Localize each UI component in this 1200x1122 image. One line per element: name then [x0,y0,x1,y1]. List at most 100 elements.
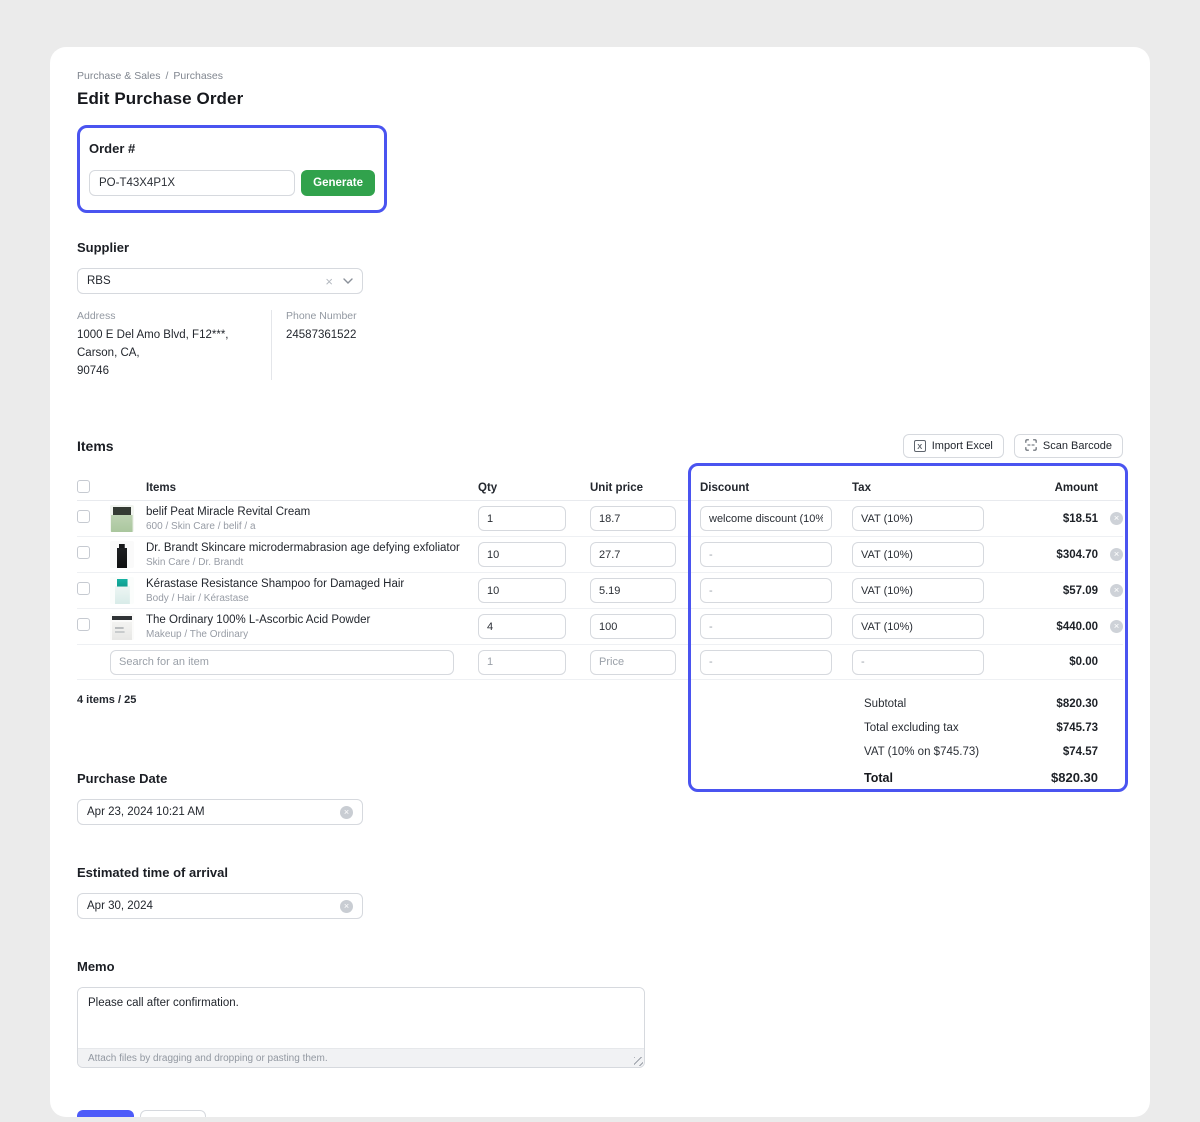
order-number-highlight-box: Order # Generate [77,125,387,213]
totals-label: Subtotal [864,698,906,710]
totals-label: Total excluding tax [864,722,959,734]
product-image [110,613,134,640]
unit-price-input[interactable] [590,542,676,567]
breadcrumb: Purchase & Sales / Purchases [77,70,1123,82]
generate-button[interactable]: Generate [301,170,375,196]
totals-label: VAT (10% on $745.73) [864,746,979,758]
resize-handle[interactable] [634,1057,643,1066]
new-tax-input[interactable] [852,650,984,675]
breadcrumb-purchase-sales[interactable]: Purchase & Sales [77,70,160,82]
breadcrumb-separator: / [165,70,168,82]
add-item-row: $0.00 [77,645,1123,680]
items-table: Items Qty Unit price Discount Tax Amount… [77,475,1123,791]
cancel-button[interactable]: Cancel [140,1110,206,1117]
remove-row-icon[interactable]: × [1110,548,1123,561]
memo-section: Memo Please call after confirmation. Att… [77,959,1123,1068]
product-image [110,541,134,568]
discount-input[interactable] [700,542,832,567]
qty-input[interactable] [478,542,566,567]
amount-value: $57.09 [984,585,1098,597]
order-number-input[interactable] [89,170,295,196]
product-category: 600 / Skin Care / belif / a [146,521,478,532]
discount-input[interactable] [700,506,832,531]
product-category: Body / Hair / Kérastase [146,593,478,604]
column-qty: Qty [478,482,590,494]
new-qty-input[interactable] [478,650,566,675]
clear-supplier-icon[interactable]: × [325,274,333,289]
items-title: Items [77,438,114,454]
row-checkbox[interactable] [77,582,90,595]
product-image [110,505,134,532]
chevron-down-icon[interactable] [343,275,353,287]
supplier-label: Supplier [77,240,1123,255]
unit-price-input[interactable] [590,578,676,603]
table-row: belif Peat Miracle Revital Cream 600 / S… [77,501,1123,537]
purchase-date-value: Apr 23, 2024 10:21 AM [87,806,340,818]
barcode-scan-icon [1025,439,1037,454]
phone-value: 24587361522 [286,327,357,345]
select-all-checkbox[interactable] [77,480,90,493]
totals-value: $74.57 [1063,746,1098,758]
eta-input[interactable]: Apr 30, 2024 × [77,893,363,919]
column-amount: Amount [984,482,1098,494]
remove-row-icon[interactable]: × [1110,584,1123,597]
purchase-date-input[interactable]: Apr 23, 2024 10:21 AM × [77,799,363,825]
unit-price-input[interactable] [590,506,676,531]
scan-barcode-button[interactable]: Scan Barcode [1014,434,1123,458]
grand-total-row: Total $820.30 [864,764,1098,791]
save-button[interactable]: Save [77,1110,134,1117]
new-discount-input[interactable] [700,650,832,675]
row-checkbox[interactable] [77,618,90,631]
clear-eta-icon[interactable]: × [340,900,353,913]
memo-label: Memo [77,959,1123,974]
supplier-select[interactable]: RBS × [77,268,363,294]
remove-row-icon[interactable]: × [1110,512,1123,525]
tax-input[interactable] [852,614,984,639]
table-row: The Ordinary 100% L-Ascorbic Acid Powder… [77,609,1123,645]
new-row-amount: $0.00 [984,656,1098,668]
table-header-row: Items Qty Unit price Discount Tax Amount [77,475,1123,501]
product-name: The Ordinary 100% L-Ascorbic Acid Powder [146,614,478,626]
table-row: Dr. Brandt Skincare microdermabrasion ag… [77,537,1123,573]
amount-value: $18.51 [984,513,1098,525]
totals-value: $745.73 [1056,722,1098,734]
product-category: Skin Care / Dr. Brandt [146,557,478,568]
breadcrumb-purchases[interactable]: Purchases [173,70,223,82]
column-items: Items [146,482,478,494]
qty-input[interactable] [478,614,566,639]
product-image [110,577,134,604]
tax-input[interactable] [852,542,984,567]
column-tax: Tax [852,482,984,494]
phone-label: Phone Number [286,310,357,322]
supplier-section: Supplier RBS × Address 1000 E Del Amo Bl… [77,240,1123,380]
eta-section: Estimated time of arrival Apr 30, 2024 × [77,865,1123,919]
amount-value: $304.70 [984,549,1098,561]
row-checkbox[interactable] [77,546,90,559]
product-name: Dr. Brandt Skincare microdermabrasion ag… [146,542,478,554]
eta-value: Apr 30, 2024 [87,900,340,912]
unit-price-input[interactable] [590,614,676,639]
attach-files-bar: Attach files by dragging and dropping or… [78,1048,644,1067]
discount-input[interactable] [700,578,832,603]
tax-input[interactable] [852,578,984,603]
tax-input[interactable] [852,506,984,531]
table-row: Kérastase Resistance Shampoo for Damaged… [77,573,1123,609]
qty-input[interactable] [478,506,566,531]
grand-total-label: Total [864,771,893,785]
import-excel-button[interactable]: X Import Excel [903,434,1004,458]
items-section: Items X Import Excel Scan Barcode [77,434,1123,791]
new-price-input[interactable] [590,650,676,675]
discount-input[interactable] [700,614,832,639]
item-search-input[interactable] [110,650,454,675]
clear-purchase-date-icon[interactable]: × [340,806,353,819]
totals-row: Total excluding tax $745.73 [864,716,1098,740]
page-title: Edit Purchase Order [77,89,1123,109]
memo-textarea[interactable]: Please call after confirmation. [78,988,644,1048]
remove-row-icon[interactable]: × [1110,620,1123,633]
eta-label: Estimated time of arrival [77,865,1123,880]
row-checkbox[interactable] [77,510,90,523]
totals-block: Subtotal $820.30 Total excluding tax $74… [864,692,1098,791]
qty-input[interactable] [478,578,566,603]
column-discount: Discount [700,482,852,494]
edit-purchase-order-card: Purchase & Sales / Purchases Edit Purcha… [50,47,1150,1117]
